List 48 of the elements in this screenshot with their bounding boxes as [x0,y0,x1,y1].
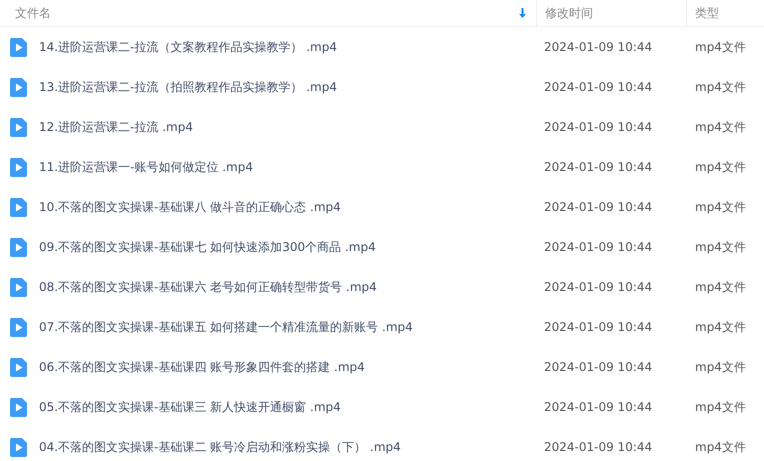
video-file-icon [10,118,27,136]
file-name[interactable]: 04.不落的图文实操课-基础课二 账号冷启动和涨粉实操（下） .mp4 [39,438,401,456]
column-header[interactable]: 文件名 [0,0,536,26]
column-header[interactable]: 修改时间 [536,0,686,26]
file-name[interactable]: 13.进阶运营课二-拉流（拍照教程作品实操教学） .mp4 [39,78,337,96]
modified-time: 2024-01-09 10:44 [544,80,652,94]
file-type: mp4文件 [695,318,746,336]
file-name[interactable]: 07.不落的图文实操课-基础课五 如何搭建一个精准流量的新账号 .mp4 [39,318,413,336]
file-name[interactable]: 06.不落的图文实操课-基础课四 账号形象四件套的搭建 .mp4 [39,358,365,376]
file-type: mp4文件 [695,438,746,456]
modified-time: 2024-01-09 10:44 [544,280,652,294]
file-name[interactable]: 12.进阶运营课二-拉流 .mp4 [39,118,193,136]
file-name[interactable]: 05.不落的图文实操课-基础课三 新人快速开通橱窗 .mp4 [39,398,341,416]
sort-arrow-icon [519,8,526,18]
column-header[interactable]: 类型 [686,0,764,26]
video-file-icon [10,398,27,416]
file-name[interactable]: 14.进阶运营课二-拉流（文案教程作品实操教学） .mp4 [39,38,337,56]
file-name[interactable]: 08.不落的图文实操课-基础课六 老号如何正确转型带货号 .mp4 [39,278,377,296]
video-file-icon [10,38,27,56]
modified-time: 2024-01-09 10:44 [544,120,652,134]
file-type: mp4文件 [695,118,746,136]
modified-time: 2024-01-09 10:44 [544,400,652,414]
file-type: mp4文件 [695,158,746,176]
video-file-icon [10,278,27,296]
video-file-icon [10,238,27,256]
file-type: mp4文件 [695,358,746,376]
video-file-icon [10,318,27,336]
file-name[interactable]: 11.进阶运营课一-账号如何做定位 .mp4 [39,158,253,176]
video-file-icon [10,198,27,216]
modified-time: 2024-01-09 10:44 [544,200,652,214]
file-name[interactable]: 09.不落的图文实操课-基础课七 如何快速添加300个商品 .mp4 [39,238,376,256]
modified-time: 2024-01-09 10:44 [544,40,652,54]
video-file-icon [10,78,27,96]
file-type: mp4文件 [695,38,746,56]
modified-time: 2024-01-09 10:44 [544,160,652,174]
file-type: mp4文件 [695,78,746,96]
video-file-icon [10,438,27,456]
modified-time: 2024-01-09 10:44 [544,240,652,254]
modified-time: 2024-01-09 10:44 [544,440,652,454]
video-file-icon [10,158,27,176]
file-type: mp4文件 [695,198,746,216]
file-type: mp4文件 [695,398,746,416]
modified-time: 2024-01-09 10:44 [544,360,652,374]
modified-time: 2024-01-09 10:44 [544,320,652,334]
file-type: mp4文件 [695,238,746,256]
video-file-icon [10,358,27,376]
file-name[interactable]: 10.不落的图文实操课-基础课八 做斗音的正确心态 .mp4 [39,198,341,216]
file-type: mp4文件 [695,278,746,296]
